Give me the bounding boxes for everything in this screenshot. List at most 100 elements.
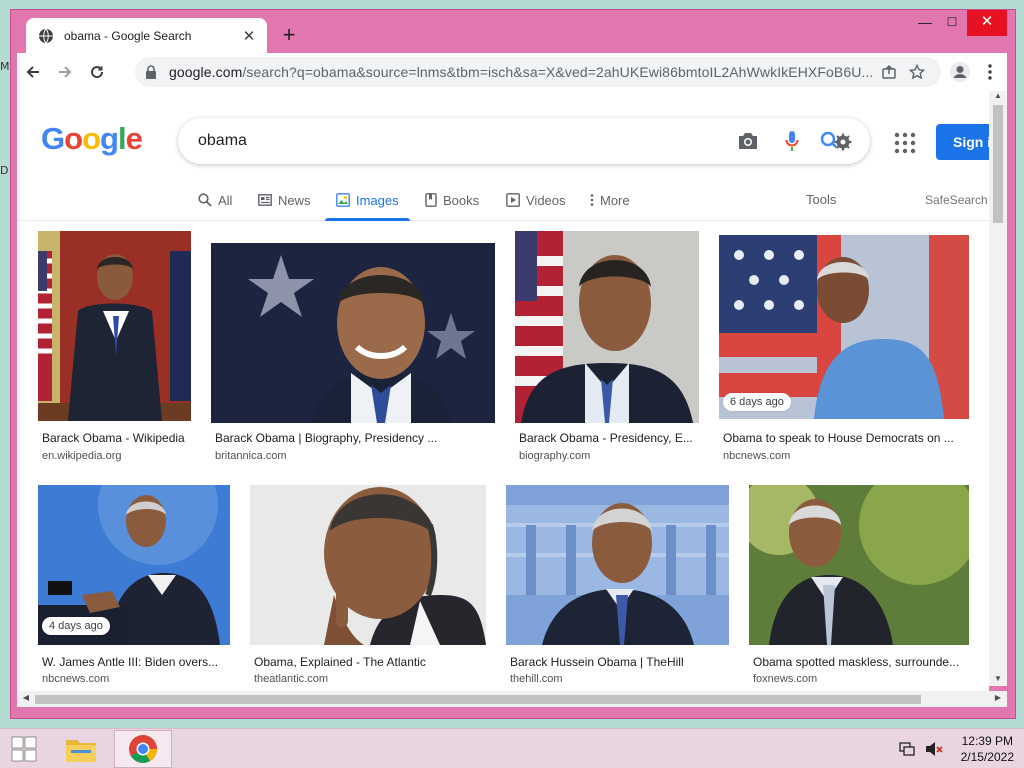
image-result[interactable]: 6 days ago Obama to speak to House Democ…: [719, 231, 969, 463]
new-tab-button[interactable]: +: [277, 24, 301, 48]
tools-button[interactable]: Tools: [806, 192, 836, 207]
toolbar-right: [945, 57, 1005, 87]
sign-in-button[interactable]: Sign in: [936, 124, 989, 160]
close-tab-icon[interactable]: ✕: [241, 27, 257, 45]
star-icon: [909, 64, 925, 80]
vertical-scrollbar[interactable]: ▲ ▼: [989, 91, 1007, 686]
tab-all[interactable]: All: [198, 179, 232, 221]
result-source[interactable]: thehill.com: [510, 673, 563, 685]
scroll-right-arrow-icon[interactable]: ▶: [991, 693, 1005, 702]
result-source[interactable]: foxnews.com: [753, 673, 817, 685]
file-explorer-taskbar-button[interactable]: [52, 730, 110, 768]
tab-more[interactable]: More: [590, 179, 630, 221]
reload-button[interactable]: [81, 56, 113, 88]
google-logo[interactable]: Google: [41, 121, 143, 157]
windows-logo-icon: [11, 736, 37, 762]
result-caption[interactable]: Barack Obama - Wikipedia: [42, 431, 195, 445]
result-image[interactable]: [211, 243, 495, 423]
result-source[interactable]: nbcnews.com: [42, 673, 109, 685]
tab-title: obama - Google Search: [64, 29, 192, 43]
search-settings-icon: [820, 131, 852, 151]
voice-search-button[interactable]: [770, 123, 814, 159]
result-source[interactable]: theatlantic.com: [254, 673, 328, 685]
vertical-scroll-thumb[interactable]: [993, 105, 1003, 223]
scroll-down-arrow-icon[interactable]: ▼: [989, 674, 1007, 686]
microphone-icon: [785, 131, 799, 151]
close-window-button[interactable]: ✕: [967, 10, 1007, 36]
portrait-thumbnail: [38, 231, 191, 421]
tab-books[interactable]: Books: [425, 179, 479, 221]
folder-icon: [66, 740, 96, 762]
start-button[interactable]: [0, 729, 48, 768]
tab-news[interactable]: News: [258, 179, 311, 221]
image-result[interactable]: Barack Obama - Wikipedia en.wikipedia.or…: [38, 231, 191, 463]
result-source[interactable]: britannica.com: [215, 450, 287, 462]
result-caption[interactable]: W. James Antle III: Biden overs...: [42, 655, 230, 669]
globe-icon: [39, 28, 53, 44]
result-caption[interactable]: Obama, Explained - The Atlantic: [254, 655, 486, 669]
image-result[interactable]: Barack Obama | Biography, Presidency ...…: [211, 231, 495, 463]
lock-icon: [146, 65, 156, 79]
back-arrow-icon: [26, 66, 39, 78]
result-source[interactable]: nbcnews.com: [723, 450, 790, 462]
browser-tab[interactable]: obama - Google Search ✕: [26, 18, 267, 54]
result-image[interactable]: [506, 485, 729, 645]
horizontal-scroll-thumb[interactable]: [35, 695, 921, 704]
image-result[interactable]: Barack Hussein Obama | TheHill thehill.c…: [506, 485, 729, 695]
result-caption[interactable]: Barack Obama - Presidency, E...: [519, 431, 699, 445]
result-image[interactable]: [719, 235, 969, 419]
portrait-thumbnail: [515, 231, 699, 423]
forward-arrow-icon: [59, 66, 72, 78]
logo-letter: e: [125, 121, 143, 156]
book-icon: [425, 193, 437, 207]
browser-menu-button[interactable]: [975, 57, 1005, 87]
network-icon[interactable]: [898, 741, 915, 757]
news-icon: [258, 194, 272, 206]
clock[interactable]: 12:39 PM 2/15/2022: [961, 733, 1014, 765]
google-apps-icon[interactable]: [893, 131, 917, 155]
result-caption[interactable]: Obama spotted maskless, surrounde...: [753, 655, 969, 669]
portrait-thumbnail: [719, 235, 969, 419]
result-caption[interactable]: Barack Obama | Biography, Presidency ...: [215, 431, 495, 445]
browser-toolbar: google.com/search?q=obama&source=lnms&tb…: [17, 53, 1007, 91]
minimize-button[interactable]: —: [910, 10, 940, 36]
portrait-thumbnail: [749, 485, 969, 645]
image-result[interactable]: Barack Obama - Presidency, E... biograph…: [515, 231, 699, 463]
result-image[interactable]: [515, 231, 699, 423]
chrome-taskbar-button[interactable]: [114, 730, 172, 768]
horizontal-scrollbar[interactable]: ◀ ▶: [17, 691, 1007, 707]
back-button[interactable]: [17, 56, 49, 88]
result-image[interactable]: [250, 485, 486, 645]
chrome-icon: [129, 735, 157, 763]
result-image[interactable]: [38, 231, 191, 421]
forward-button[interactable]: [49, 56, 81, 88]
safesearch-button[interactable]: SafeSearch: [925, 193, 988, 207]
image-result[interactable]: Obama spotted maskless, surrounde... fox…: [749, 485, 969, 695]
result-source[interactable]: biography.com: [519, 450, 590, 462]
scroll-left-arrow-icon[interactable]: ◀: [19, 693, 33, 702]
camera-search-button[interactable]: [726, 123, 770, 159]
scroll-up-arrow-icon[interactable]: ▲: [989, 91, 1007, 103]
url-path: /search?q=obama&source=lnms&tbm=isch&sa=…: [242, 64, 874, 80]
result-caption[interactable]: Barack Hussein Obama | TheHill: [510, 655, 729, 669]
volume-muted-icon[interactable]: [925, 741, 943, 757]
logo-letter: g: [100, 121, 119, 156]
image-result[interactable]: 4 days ago W. James Antle III: Biden ove…: [38, 485, 230, 695]
profile-avatar-icon: [950, 62, 970, 82]
maximize-button[interactable]: ☐: [937, 10, 967, 36]
search-settings-button[interactable]: [814, 123, 858, 159]
reload-icon: [91, 66, 104, 79]
result-image[interactable]: [749, 485, 969, 645]
image-result[interactable]: Obama, Explained - The Atlantic theatlan…: [250, 485, 486, 695]
tab-videos[interactable]: Videos: [506, 179, 566, 221]
address-bar[interactable]: google.com/search?q=obama&source=lnms&tb…: [135, 57, 941, 87]
share-button[interactable]: [875, 60, 903, 84]
profile-button[interactable]: [945, 57, 975, 87]
search-input[interactable]: obama: [198, 132, 726, 150]
result-source[interactable]: en.wikipedia.org: [42, 450, 122, 462]
result-caption[interactable]: Obama to speak to House Democrats on ...: [723, 431, 969, 445]
bookmark-star-button[interactable]: [903, 60, 931, 84]
search-box[interactable]: obama: [178, 118, 870, 164]
logo-letter: o: [64, 121, 83, 156]
tab-images[interactable]: Images: [325, 179, 410, 221]
